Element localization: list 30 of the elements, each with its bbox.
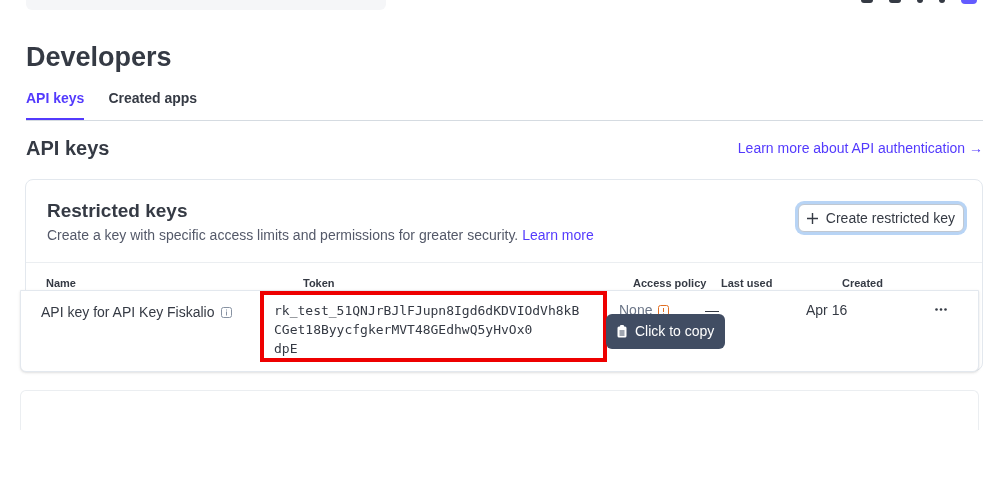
column-header: Created — [842, 277, 883, 289]
page-title: Developers — [26, 41, 173, 74]
column-header: Name — [46, 277, 76, 289]
token-field[interactable]: rk_test_51QNJrBJlFJupn8Igd6dKDVIOdVh8kB CGet18ByycfgkerMVT48GEdhwQ5yHvOx0 dpE — [260, 291, 607, 362]
toolbar-icon[interactable] — [861, 0, 873, 3]
token-line: dpE — [274, 340, 299, 358]
column-header: Access policy — [633, 277, 707, 289]
toolbar-icon[interactable] — [917, 0, 923, 3]
info-icon — [220, 307, 232, 318]
card-title: Restricted keys — [47, 199, 189, 223]
tab[interactable]: API keys — [26, 88, 85, 120]
api-auth-link[interactable]: Learn more about API authentication → — [737, 137, 983, 159]
card-description: Create a key with specific access limits and permissions for greater security. Learn more — [47, 226, 594, 245]
plus-icon — [806, 212, 818, 224]
clipboard-icon — [617, 325, 627, 338]
tab[interactable]: Created apps — [108, 88, 198, 120]
created-date: Apr 16 — [806, 302, 848, 318]
column-header: Last used — [721, 277, 773, 289]
toolbar-icon[interactable] — [889, 0, 901, 3]
tooltip: Click to copy — [606, 314, 726, 349]
toolbar-icon[interactable] — [939, 0, 945, 3]
more-icon[interactable] — [935, 308, 947, 311]
create-key-button[interactable]: Create restricted key — [797, 204, 964, 232]
key-name: API key for API Key Fiskalio — [41, 303, 215, 322]
section-title: API keys — [26, 136, 110, 161]
column-header: Token — [303, 277, 335, 289]
token-line: CGet18ByycfgkerMVT48GEdhwQ5yHvOx0 — [274, 321, 534, 339]
avatar[interactable] — [961, 0, 977, 4]
token-line: rk_test_51QNJrBJlFJupn8Igd6dKDVIOdVh8kB — [274, 302, 581, 320]
learn-more-link[interactable]: Learn more — [522, 227, 594, 243]
